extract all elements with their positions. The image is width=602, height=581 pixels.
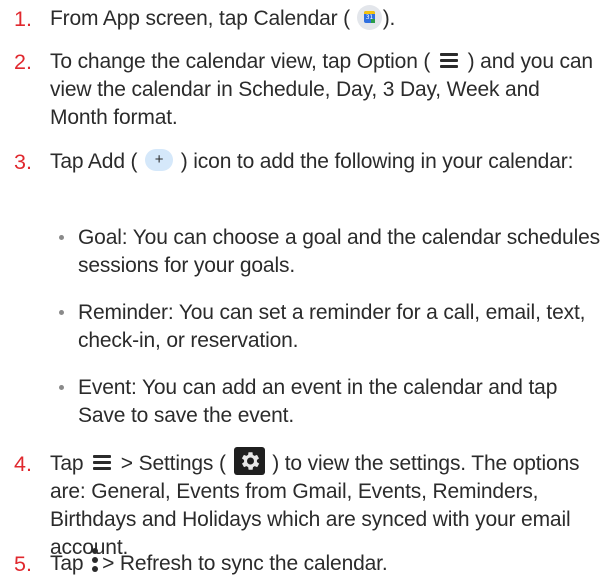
bullet-text: Goal: You can choose a goal and the cale… [78,226,600,277]
settings-gear-icon [233,447,265,476]
bullet-text: Event: You can add an event in the calen… [78,376,558,427]
step-text-part: Tap [50,452,84,475]
calendar-app-icon: 31 [356,4,382,30]
more-vert-icon [91,548,99,574]
step-text: Tap Add ( + ) icon to add the following … [50,148,598,176]
add-icon: + [145,149,174,172]
step-text: Tap > Refresh to sync the calendar. [50,548,598,578]
step-text-part: > Refresh to sync the calendar. [102,552,388,575]
step-number: 5. [14,552,32,576]
step-text: To change the calendar view, tap Option … [50,48,598,132]
step-text: From App screen, tap Calendar ( 31). [50,4,598,33]
instructions-document: 1. From App screen, tap Calendar ( 31). … [0,0,602,581]
step-text-part: Tap Add ( [50,150,138,173]
bullet-dot [59,310,64,315]
bullet-dot [59,235,64,240]
bullet-dot [59,385,64,390]
step-number: 2. [14,50,32,74]
bullet-text: Reminder: You can set a reminder for a c… [78,301,586,352]
menu-icon [93,455,112,470]
step-number: 3. [14,150,32,174]
step-text: Tap > Settings ( ) to view the settings.… [50,447,598,562]
step-text-part: To change the calendar view, tap Option … [50,50,431,73]
step-text-part: > Settings ( [120,452,226,475]
step-text-part: Tap [50,552,84,575]
menu-icon [439,53,458,68]
step-text-part: ). [382,7,396,30]
step-text-part: From App screen, tap Calendar ( [50,7,350,30]
step-text-part: ) icon to add the following in your cale… [180,150,574,173]
step-number: 1. [14,7,32,31]
step-number: 4. [14,452,32,476]
